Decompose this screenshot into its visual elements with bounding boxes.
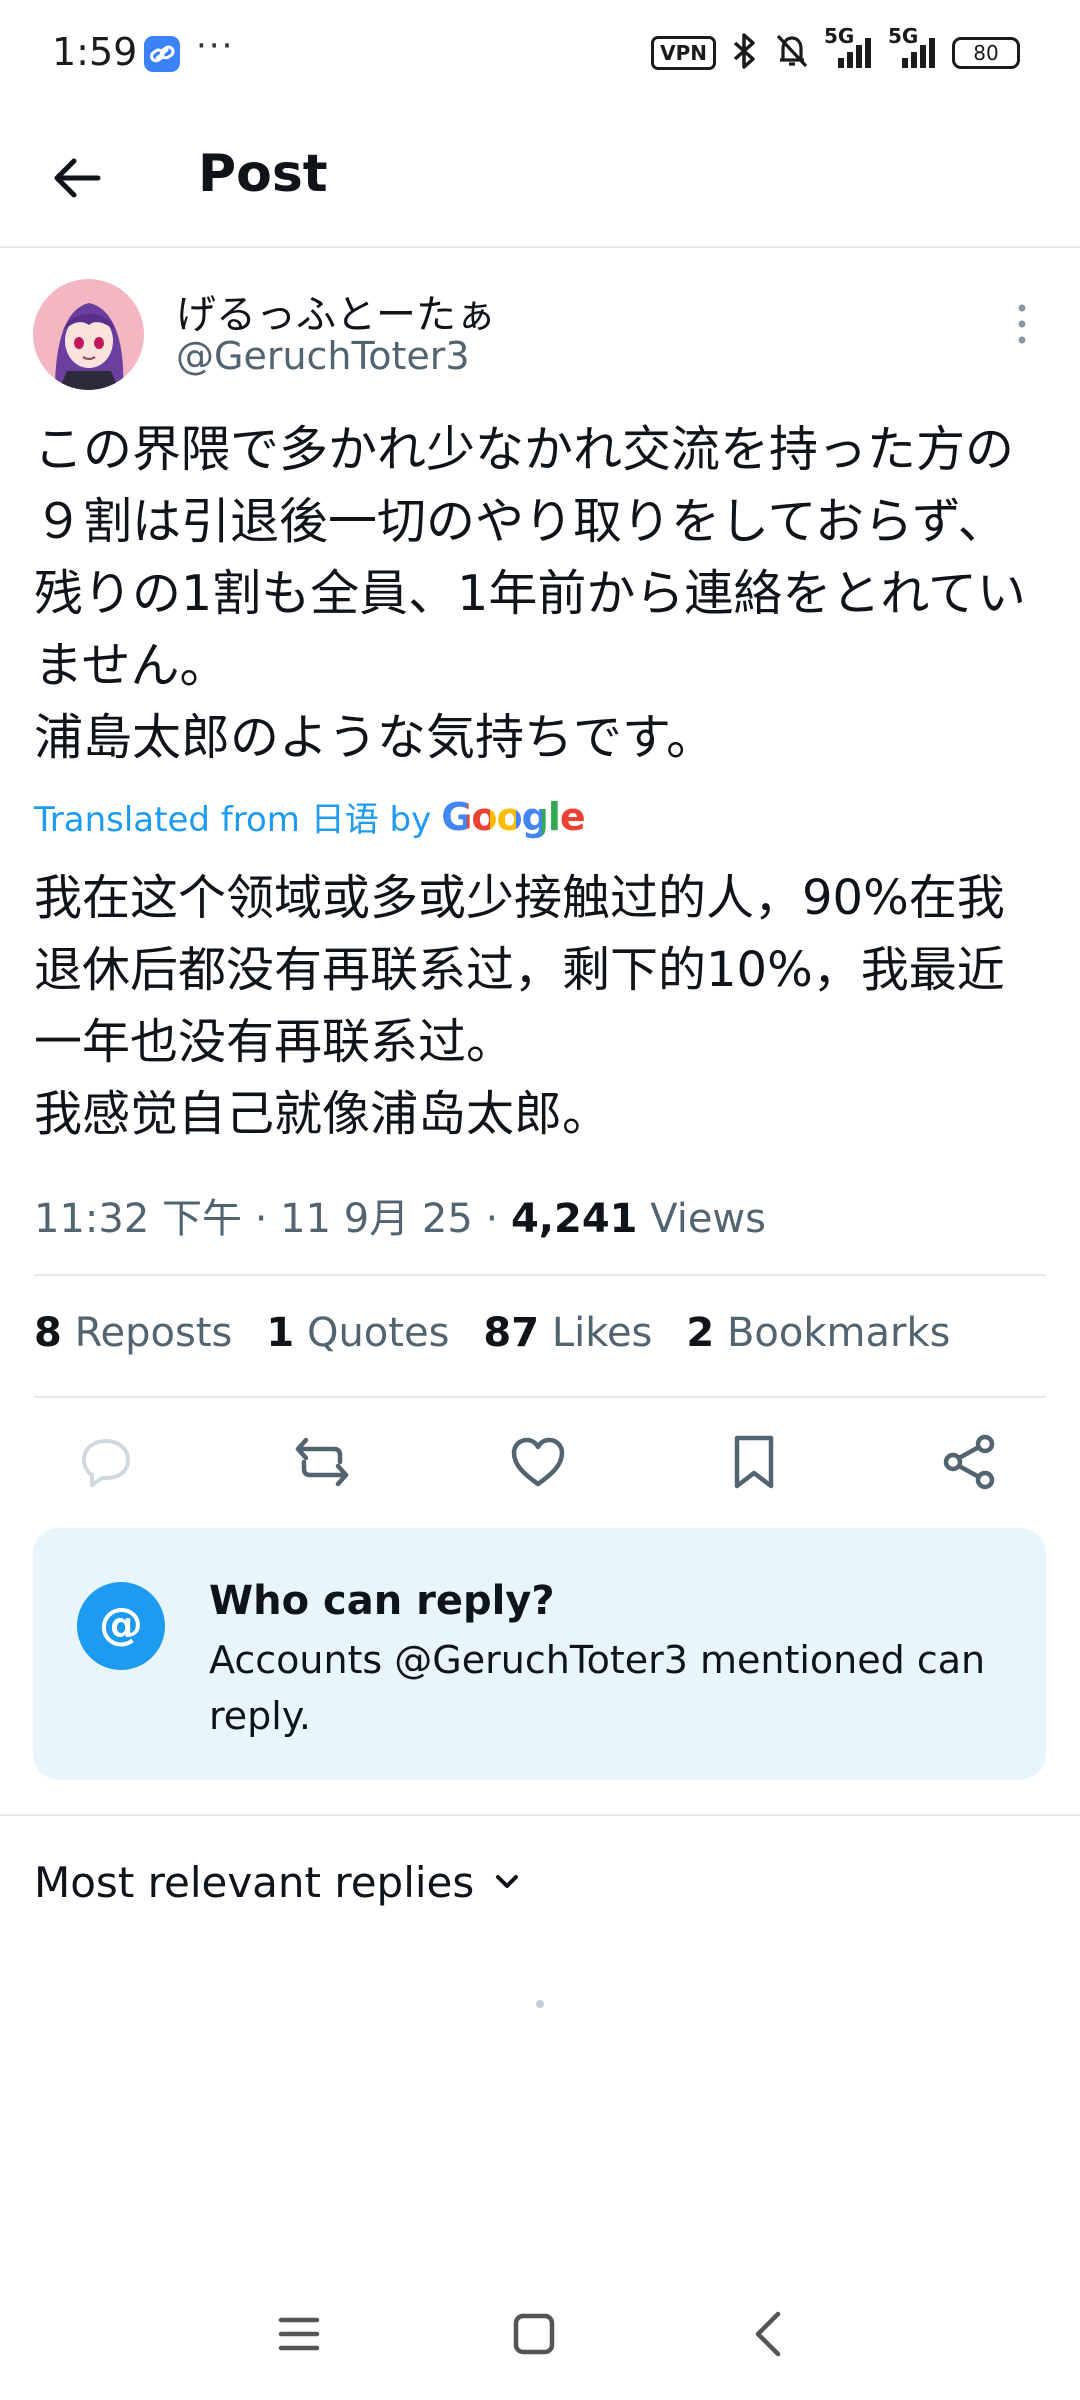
post-meta: 11:32 下午 · 11 9月 25 · 4,241 Views bbox=[34, 1186, 766, 1244]
divider bbox=[34, 1274, 1046, 1276]
replies-sort-selector[interactable]: Most relevant replies bbox=[34, 1858, 522, 1907]
quotes-stat[interactable]: 1 Quotes bbox=[266, 1310, 449, 1356]
reply-restriction-title: Who can reply? bbox=[209, 1578, 555, 1624]
network-type-label: 5G bbox=[824, 23, 855, 48]
reply-restriction-card: @ Who can reply? Accounts @GeruchToter3 … bbox=[33, 1528, 1046, 1780]
post-timestamp: 11:32 下午 · 11 9月 25 · bbox=[34, 1196, 499, 1242]
status-indicators: VPN 5G 5G 80 bbox=[651, 24, 1020, 76]
more-options-icon[interactable] bbox=[1012, 302, 1032, 346]
battery-indicator: 80 bbox=[952, 37, 1020, 69]
network-type-label: 5G bbox=[888, 23, 919, 48]
quotes-count: 1 bbox=[266, 1310, 295, 1356]
menu-nav-icon[interactable] bbox=[271, 2306, 327, 2362]
author-handle[interactable]: @GeruchToter3 bbox=[176, 334, 470, 378]
likes-stat[interactable]: 87 Likes bbox=[483, 1310, 652, 1356]
signal-5g-2: 5G bbox=[888, 24, 938, 75]
link-app-icon bbox=[144, 36, 180, 72]
bluetooth-icon bbox=[730, 32, 760, 74]
divider bbox=[34, 1396, 1046, 1398]
avatar[interactable] bbox=[33, 279, 144, 390]
chevron-down-icon bbox=[492, 1858, 522, 1907]
post-text: この界隈で多かれ少なかれ交流を持った方の ９割は引退後一切のやり取りをしておらず… bbox=[34, 421, 1026, 766]
status-bar: 1:59 ··· VPN 5G 5G 80 bbox=[0, 0, 1080, 108]
page-title: Post bbox=[198, 144, 328, 204]
likes-label: Likes bbox=[551, 1310, 653, 1356]
app-bar: Post bbox=[0, 108, 1080, 248]
bookmarks-count: 2 bbox=[686, 1310, 715, 1356]
back-nav-icon[interactable] bbox=[742, 2306, 798, 2362]
status-more-icon: ··· bbox=[196, 26, 235, 66]
home-nav-icon[interactable] bbox=[506, 2306, 562, 2362]
reposts-count: 8 bbox=[34, 1310, 62, 1356]
bookmark-icon[interactable] bbox=[724, 1432, 784, 1492]
reply-restriction-description: Accounts @GeruchToter3 mentioned can rep… bbox=[209, 1638, 986, 1738]
bookmarks-stat[interactable]: 2 Bookmarks bbox=[686, 1310, 950, 1356]
quotes-label: Quotes bbox=[306, 1310, 450, 1356]
reply-icon[interactable] bbox=[76, 1432, 136, 1492]
translation-attribution[interactable]: Translated from 日语 by Google bbox=[34, 792, 586, 841]
like-icon[interactable] bbox=[508, 1432, 568, 1492]
section-divider bbox=[0, 1814, 1080, 1816]
at-mention-icon: @ bbox=[77, 1582, 165, 1670]
translated-text: 我在这个领域或多或少接触过的人，90%在我 退休后都没有再联系过，剩下的10%，… bbox=[34, 870, 1005, 1142]
share-icon[interactable] bbox=[940, 1432, 1000, 1492]
status-time: 1:59 bbox=[52, 30, 138, 74]
reposts-stat[interactable]: 8 Reposts bbox=[34, 1310, 232, 1356]
engagement-stats: 8 Reposts 1 Quotes 87 Likes 2 Bookmarks bbox=[34, 1310, 950, 1356]
views-count: 4,241 bbox=[510, 1196, 638, 1242]
google-logo: Google bbox=[441, 794, 585, 839]
back-arrow-icon[interactable] bbox=[48, 148, 108, 208]
reposts-label: Reposts bbox=[74, 1310, 233, 1356]
author-display-name[interactable]: げるっふとーたぁ bbox=[176, 282, 496, 340]
replies-sort-label: Most relevant replies bbox=[34, 1858, 475, 1907]
vpn-badge: VPN bbox=[651, 36, 716, 70]
views-label: Views bbox=[650, 1196, 766, 1242]
bookmarks-label: Bookmarks bbox=[726, 1310, 951, 1356]
mute-bell-icon bbox=[774, 32, 810, 74]
likes-count: 87 bbox=[483, 1310, 540, 1356]
loading-indicator bbox=[536, 2000, 544, 2008]
translated-label: Translated from 日语 by bbox=[34, 800, 432, 840]
repost-icon[interactable] bbox=[292, 1432, 352, 1492]
signal-5g-1: 5G bbox=[824, 24, 874, 75]
